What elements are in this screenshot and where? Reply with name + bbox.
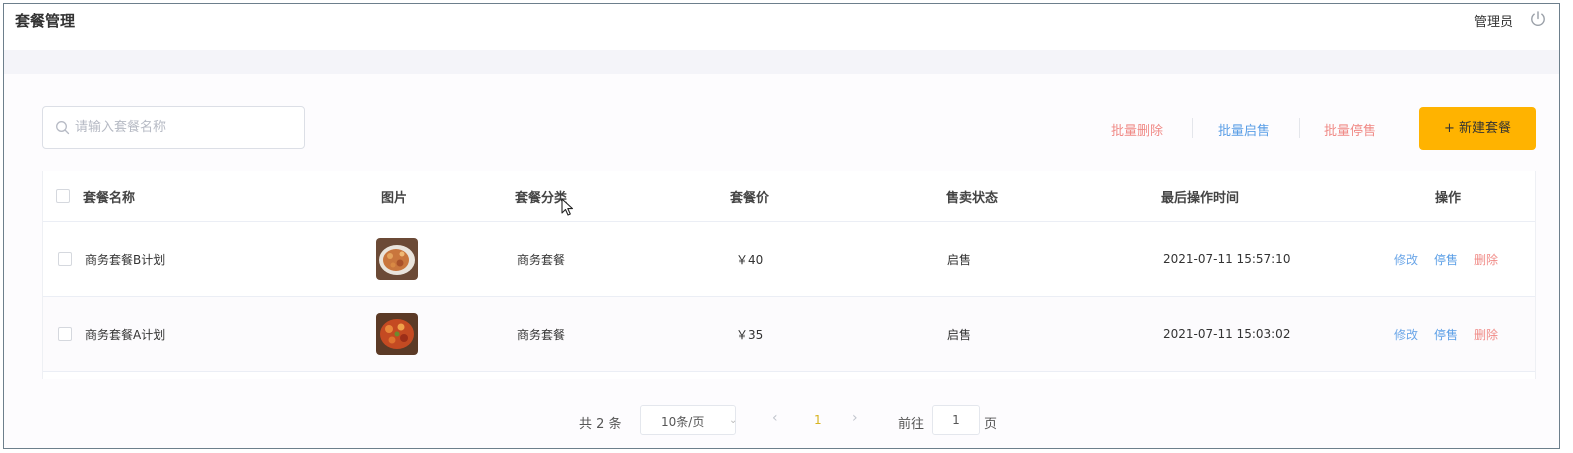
column-header: 套餐价	[730, 190, 770, 206]
column-header: 售卖状态	[946, 190, 999, 206]
next-page-icon[interactable]: ›	[852, 410, 858, 426]
power-icon[interactable]	[1529, 10, 1547, 28]
page-suffix-label: 页	[984, 417, 998, 432]
combo-table: 套餐名称 图片 套餐分类 套餐价 售卖状态 最后操作时间 操作 商务套餐B计划	[42, 171, 1536, 379]
edit-link[interactable]: 修改	[1394, 251, 1418, 268]
combo-category: 商务套餐	[517, 252, 566, 267]
row-actions: 修改 停售 删除	[1394, 222, 1498, 296]
page-size-value: 10条/页	[661, 415, 705, 429]
sale-status: 启售	[947, 252, 972, 267]
page-size-select[interactable]: 10条/页 ⌄	[640, 405, 738, 435]
combo-name: 商务套餐B计划	[85, 252, 166, 267]
table-row: 商务套餐B计划 商务套餐 ￥40 启售 2021-07-11 15:57:10 …	[43, 222, 1535, 297]
goto-page-input[interactable]	[932, 405, 980, 435]
user-name[interactable]: 管理员	[1474, 11, 1513, 30]
row-checkbox-cell	[58, 222, 72, 296]
app-window: 套餐管理 管理员 批量删除 批量启售 批量停售 + 新建套餐 套餐	[3, 3, 1560, 449]
combo-price: ￥35	[736, 327, 764, 342]
header-divider-band	[4, 50, 1559, 74]
delete-link[interactable]: 删除	[1474, 326, 1498, 343]
search-box[interactable]	[42, 106, 305, 149]
food-thumbnail-icon	[376, 238, 418, 280]
search-icon	[56, 121, 70, 135]
food-thumbnail-icon	[376, 313, 418, 355]
total-count: 共 2 条	[579, 417, 622, 432]
image-cell	[376, 297, 418, 371]
select-all-checkbox[interactable]	[56, 189, 70, 203]
disable-link[interactable]: 停售	[1434, 251, 1458, 268]
pagination: 共 2 条 10条/页 ⌄ ‹ 1 › 前往 页	[4, 403, 1559, 439]
search-input[interactable]	[75, 107, 295, 148]
updated-time: 2021-07-11 15:57:10	[1163, 252, 1291, 266]
page-number-current[interactable]: 1	[814, 413, 822, 427]
batch-enable-button[interactable]: 批量启售	[1218, 120, 1270, 139]
edit-link[interactable]: 修改	[1394, 326, 1418, 343]
goto-label: 前往	[898, 417, 925, 432]
updated-time: 2021-07-11 15:03:02	[1163, 327, 1291, 341]
top-bar: 套餐管理 管理员	[4, 4, 1559, 50]
table-header: 套餐名称 图片 套餐分类 套餐价 售卖状态 最后操作时间 操作	[43, 171, 1535, 222]
column-header: 操作	[1435, 190, 1462, 206]
select-all-cell	[56, 171, 70, 221]
combo-name: 商务套餐A计划	[85, 327, 166, 342]
batch-disable-button[interactable]: 批量停售	[1324, 120, 1376, 139]
row-checkbox[interactable]	[58, 252, 72, 266]
table-row: 商务套餐A计划 商务套餐 ￥35 启售 2021-07-11 15:03:02 …	[43, 297, 1535, 372]
prev-page-icon[interactable]: ‹	[772, 410, 778, 426]
column-header: 图片	[381, 190, 408, 206]
sale-status: 启售	[947, 327, 972, 342]
row-actions: 修改 停售 删除	[1394, 297, 1498, 371]
toolbar-divider	[1192, 118, 1193, 138]
disable-link[interactable]: 停售	[1434, 326, 1458, 343]
column-header: 最后操作时间	[1161, 190, 1240, 206]
row-checkbox[interactable]	[58, 327, 72, 341]
image-cell	[376, 222, 418, 296]
row-checkbox-cell	[58, 297, 72, 371]
toolbar-divider	[1299, 118, 1300, 138]
column-header: 套餐名称	[83, 190, 136, 206]
main-content: 批量删除 批量启售 批量停售 + 新建套餐 套餐名称 图片 套餐分类 套餐价 售…	[4, 74, 1559, 448]
new-combo-button[interactable]: + 新建套餐	[1419, 107, 1536, 150]
combo-price: ￥40	[736, 252, 764, 267]
combo-category: 商务套餐	[517, 327, 566, 342]
column-header: 套餐分类	[515, 190, 568, 206]
page-title: 套餐管理	[15, 12, 76, 30]
chevron-down-icon: ⌄	[729, 415, 738, 426]
batch-delete-button[interactable]: 批量删除	[1111, 120, 1163, 139]
delete-link[interactable]: 删除	[1474, 251, 1498, 268]
